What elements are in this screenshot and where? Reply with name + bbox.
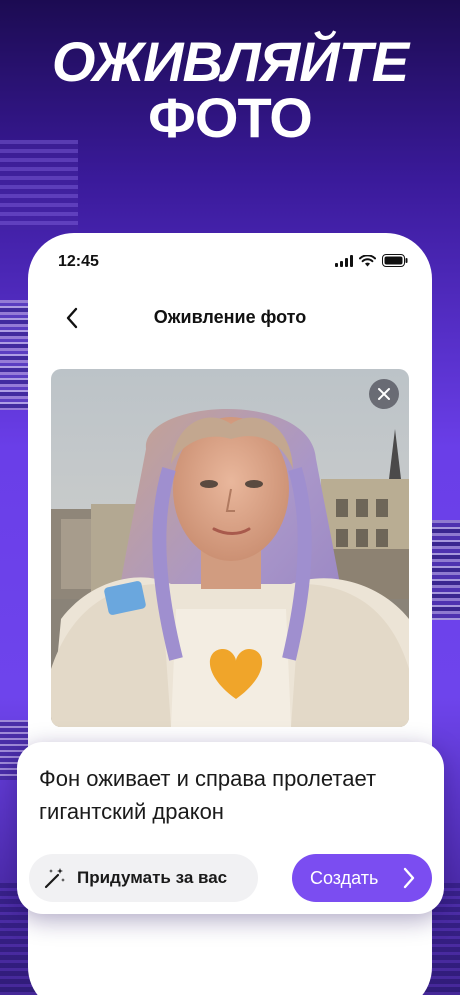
glitch-stripes: [430, 520, 460, 620]
prompt-input[interactable]: Фон оживает и справа пролетает гигантски…: [39, 762, 429, 828]
cellular-signal-icon: [335, 254, 353, 272]
page-title: Оживление фото: [153, 307, 307, 327]
headline-line-1: ОЖИВЛЯЙТЕ: [51, 30, 409, 93]
glitch-stripes: [0, 300, 30, 410]
create-button-label: Создать: [310, 867, 379, 888]
status-time: 12:45: [58, 253, 99, 270]
create-button[interactable]: Создать: [292, 854, 432, 902]
promo-headline: ОЖИВЛЯЙТЕ ФОТО: [0, 34, 460, 146]
portrait-image: [51, 369, 409, 727]
close-icon: [378, 388, 390, 400]
wifi-icon: [359, 254, 376, 272]
uploaded-photo: [51, 369, 409, 727]
status-bar: 12:45: [28, 233, 432, 289]
headline-line-2: ФОТО: [148, 86, 313, 149]
glitch-stripes: [0, 140, 78, 230]
chevron-right-icon: [403, 867, 415, 889]
suggest-prompt-label: Придумать за вас: [77, 868, 228, 887]
nav-bar: Оживление фото: [28, 295, 432, 339]
prompt-card: Фон оживает и справа пролетает гигантски…: [17, 742, 444, 914]
battery-icon: [382, 254, 408, 272]
remove-photo-button[interactable]: [369, 379, 399, 409]
magic-wand-icon: [44, 868, 65, 889]
status-icons: [335, 254, 408, 272]
suggest-prompt-button[interactable]: Придумать за вас: [29, 854, 258, 902]
